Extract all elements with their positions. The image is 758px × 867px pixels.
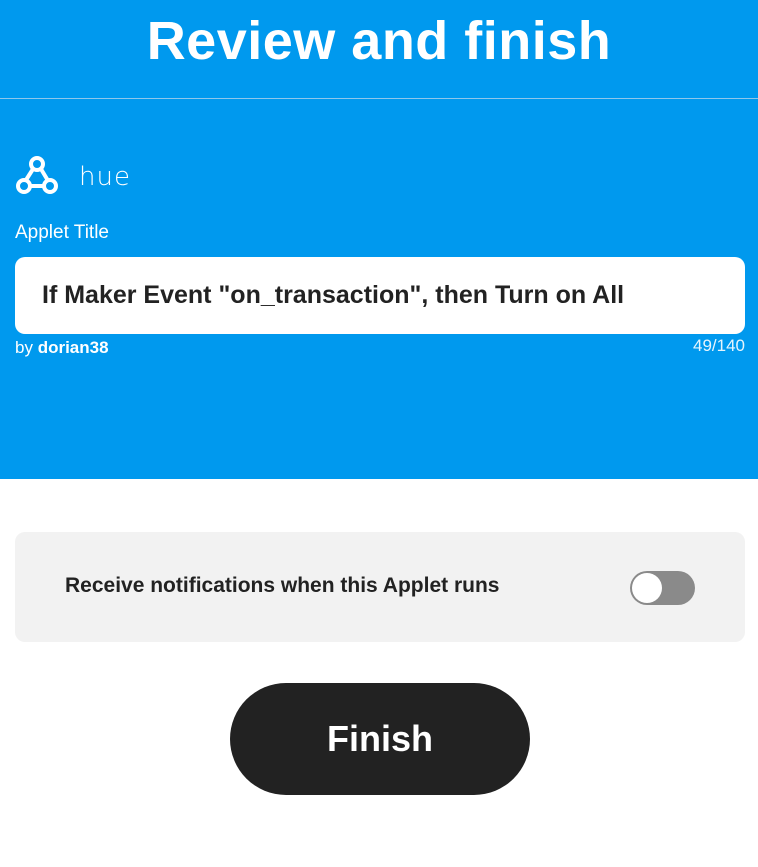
notification-settings-card: Receive notifications when this Applet r…	[15, 532, 745, 642]
finish-button[interactable]: Finish	[230, 683, 530, 795]
hue-logo: hue	[79, 162, 131, 192]
character-count: 49/140	[693, 336, 745, 355]
author-byline: by dorian38	[15, 338, 109, 358]
page-title: Review and finish	[146, 11, 612, 71]
applet-title-input[interactable]: If Maker Event "on_transaction", then Tu…	[15, 257, 745, 334]
notification-label: Receive notifications when this Applet r…	[65, 574, 500, 597]
webhook-icon	[15, 153, 59, 197]
service-row: hue	[15, 152, 131, 198]
toggle-knob	[632, 573, 662, 603]
applet-title-label: Applet Title	[15, 222, 109, 243]
byline-prefix: by	[15, 338, 33, 357]
page-header: Review and finish	[0, 0, 758, 98]
author-name: dorian38	[37, 338, 109, 357]
notification-toggle[interactable]	[630, 571, 695, 605]
